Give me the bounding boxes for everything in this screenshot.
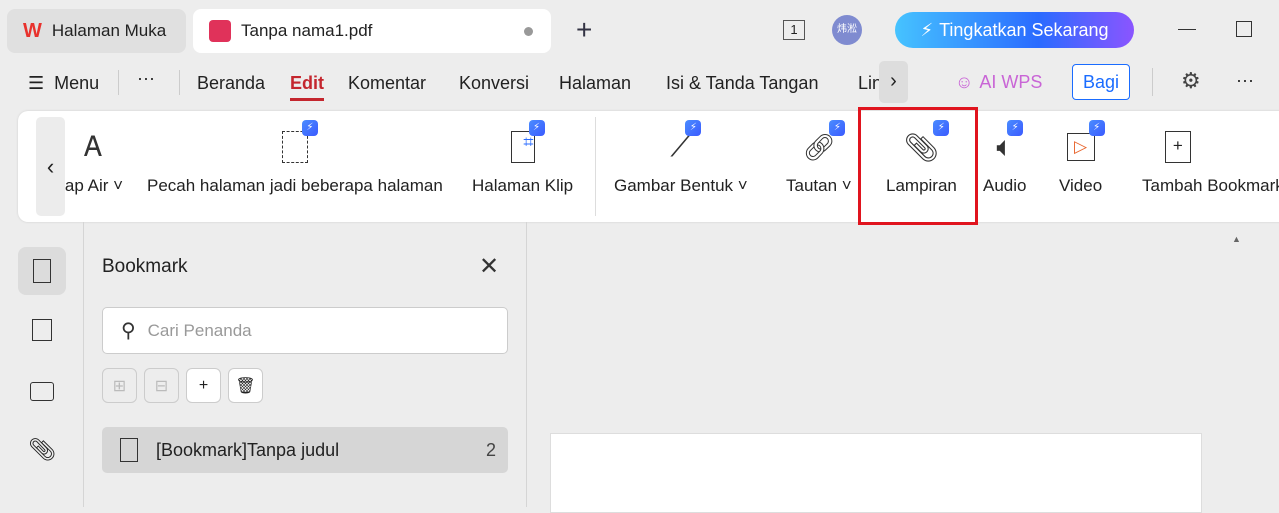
divider: [595, 117, 596, 216]
page-count-icon[interactable]: 1: [783, 20, 805, 40]
tab-document[interactable]: Tanpa nama1.pdf: [193, 9, 551, 53]
maximize-button[interactable]: [1236, 21, 1252, 37]
share-button[interactable]: Bagi: [1072, 64, 1130, 100]
link-button[interactable]: 🔗︎ ⚡ Tautan ˅: [786, 120, 852, 196]
pen-line-icon: ⟋ ⚡: [670, 120, 702, 172]
add-bookmark-button[interactable]: + Tambah Bookmark: [1142, 122, 1279, 196]
crop-page-button[interactable]: ⌗ ⚡ Halaman Klip: [472, 120, 573, 196]
ai-smile-icon: ☺: [955, 72, 974, 92]
bookmark-list-item[interactable]: [Bookmark]Tanpa judul 2: [102, 427, 508, 473]
tab-komentar[interactable]: Komentar: [348, 73, 426, 94]
thumbnail-icon[interactable]: [18, 306, 66, 354]
expand-all-button[interactable]: ⊞: [102, 368, 137, 403]
settings-icon[interactable]: ⚙: [1181, 68, 1201, 94]
menu-button[interactable]: ☰ Menu: [28, 73, 99, 94]
split-pages-button[interactable]: ⚡ Pecah halaman jadi beberapa halaman: [147, 120, 443, 196]
tab-beranda[interactable]: Beranda: [197, 73, 265, 94]
tab-halaman[interactable]: Halaman: [559, 73, 631, 94]
bookmark-icon: [120, 438, 138, 462]
ai-wps-button[interactable]: ☺ AI WPS: [955, 72, 1042, 93]
document-page[interactable]: [550, 433, 1202, 513]
unsaved-dot-icon[interactable]: [524, 26, 533, 36]
link-icon: 🔗︎ ⚡: [802, 120, 846, 172]
tab-edit[interactable]: Edit: [290, 73, 324, 101]
minimize-button[interactable]: [1178, 29, 1196, 30]
watermark-button[interactable]: Ꭺ ap Air ˅: [64, 122, 124, 196]
avatar[interactable]: 炜淞: [832, 15, 862, 45]
search-icon: ⚲: [121, 320, 136, 342]
divider: [118, 70, 119, 95]
close-panel-button[interactable]: ✕: [479, 252, 499, 281]
hamburger-icon: ☰: [28, 73, 45, 93]
tab-isi-tanda-tangan[interactable]: Isi & Tanda Tangan: [666, 73, 818, 94]
tab-home[interactable]: W Halaman Muka: [7, 9, 186, 53]
video-button[interactable]: ▷ ⚡ Video: [1059, 120, 1105, 196]
bookmark-panel-icon[interactable]: [18, 247, 66, 295]
video-icon: ▷ ⚡: [1066, 120, 1105, 172]
tab-lindungi[interactable]: Lindungi: [858, 73, 880, 94]
bookmark-search-input[interactable]: ⚲ Cari Penanda: [102, 307, 508, 354]
upgrade-button[interactable]: ⚡ Tingkatkan Sekarang: [895, 12, 1134, 48]
scrollbar-up-arrow[interactable]: ▲: [1232, 234, 1241, 244]
trash-icon: 🗑︎: [235, 377, 256, 395]
speaker-icon: 🔈︎ ⚡: [996, 120, 1024, 172]
bookmark-plus-icon: +: [1164, 122, 1191, 172]
highlight-box: [858, 107, 978, 225]
attachment-panel-icon[interactable]: 📎︎: [18, 426, 66, 474]
lightning-icon: ⚡: [920, 19, 934, 40]
comment-icon[interactable]: [18, 367, 66, 415]
more-options-button[interactable]: ···: [1236, 70, 1254, 91]
watermark-icon: Ꭺ: [84, 130, 104, 162]
crop-icon: ⌗ ⚡: [510, 120, 545, 172]
divider: [179, 70, 180, 95]
new-tab-button[interactable]: +: [576, 14, 592, 46]
pdf-icon: [209, 20, 231, 42]
collapse-all-button[interactable]: ⊟: [144, 368, 179, 403]
delete-bookmark-button[interactable]: 🗑︎: [228, 368, 263, 403]
panel-title: Bookmark: [102, 256, 188, 277]
divider: [1152, 68, 1153, 96]
divider: [83, 222, 84, 507]
divider: [526, 222, 527, 507]
add-bookmark-small-button[interactable]: +: [186, 368, 221, 403]
split-page-icon: ⚡: [281, 120, 318, 172]
scroll-ribbon-left-button[interactable]: ‹: [36, 117, 65, 216]
tab-konversi[interactable]: Konversi: [459, 73, 529, 94]
scroll-tabs-right-button[interactable]: ›: [879, 61, 908, 103]
wps-logo-icon: W: [23, 19, 42, 42]
more-button[interactable]: ···: [137, 68, 155, 89]
draw-shape-button[interactable]: ⟋ ⚡ Gambar Bentuk ˅: [614, 120, 748, 196]
audio-button[interactable]: 🔈︎ ⚡ Audio: [983, 120, 1026, 196]
